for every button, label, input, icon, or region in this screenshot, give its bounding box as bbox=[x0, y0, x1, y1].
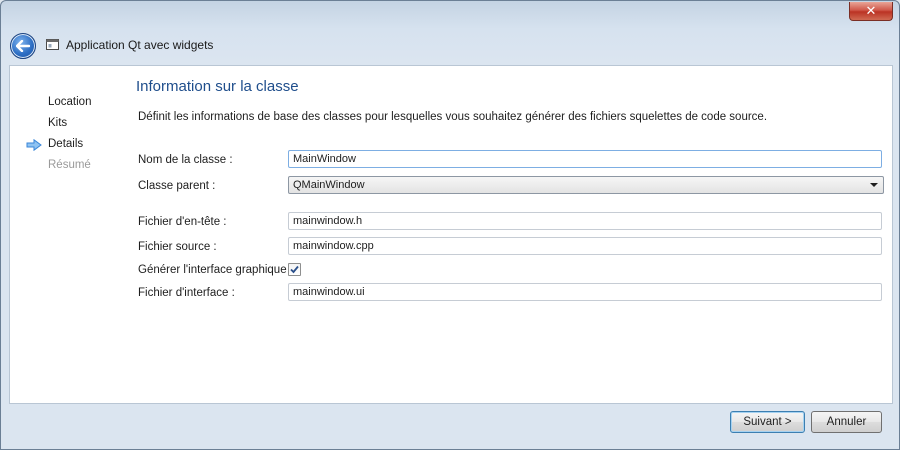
generate-form-label: Générer l'interface graphique : bbox=[138, 264, 293, 276]
header-file-input[interactable] bbox=[288, 212, 882, 230]
wizard-window: ✕ Application Qt avec widgets Location K… bbox=[0, 0, 900, 450]
app-window-icon bbox=[46, 39, 59, 50]
close-icon: ✕ bbox=[865, 3, 877, 19]
checkmark-icon bbox=[290, 265, 299, 274]
form-file-input[interactable] bbox=[288, 283, 882, 301]
generate-form-checkbox[interactable] bbox=[288, 263, 301, 276]
step-kits: Kits bbox=[48, 117, 68, 129]
parent-class-value: QMainWindow bbox=[293, 179, 365, 191]
step-summary: Résumé bbox=[48, 159, 91, 171]
source-file-input[interactable] bbox=[288, 237, 882, 255]
chevron-down-icon bbox=[870, 183, 878, 187]
class-name-label: Nom de la classe : bbox=[138, 154, 233, 166]
page-title: Information sur la classe bbox=[136, 78, 299, 95]
next-button[interactable]: Suivant > bbox=[730, 411, 805, 433]
close-button[interactable]: ✕ bbox=[849, 2, 893, 21]
wizard-page: Location Kits Details Résumé Information… bbox=[9, 65, 893, 404]
parent-class-select[interactable]: QMainWindow bbox=[288, 176, 884, 194]
wizard-footer: Suivant > Annuler bbox=[9, 403, 891, 443]
form-file-label: Fichier d'interface : bbox=[138, 287, 235, 299]
step-location: Location bbox=[48, 96, 92, 108]
current-step-arrow-icon bbox=[26, 139, 42, 151]
title-bar: Application Qt avec widgets bbox=[1, 23, 899, 65]
class-name-input[interactable] bbox=[288, 150, 882, 168]
arrow-left-icon bbox=[16, 40, 30, 52]
step-details: Details bbox=[48, 138, 84, 150]
cancel-button[interactable]: Annuler bbox=[811, 411, 882, 433]
source-file-label: Fichier source : bbox=[138, 241, 217, 253]
window-title: Application Qt avec widgets bbox=[66, 38, 214, 52]
header-file-label: Fichier d'en-tête : bbox=[138, 216, 227, 228]
parent-class-label: Classe parent : bbox=[138, 180, 216, 192]
back-button[interactable] bbox=[10, 33, 36, 59]
page-description: Définit les informations de base des cla… bbox=[138, 111, 768, 123]
